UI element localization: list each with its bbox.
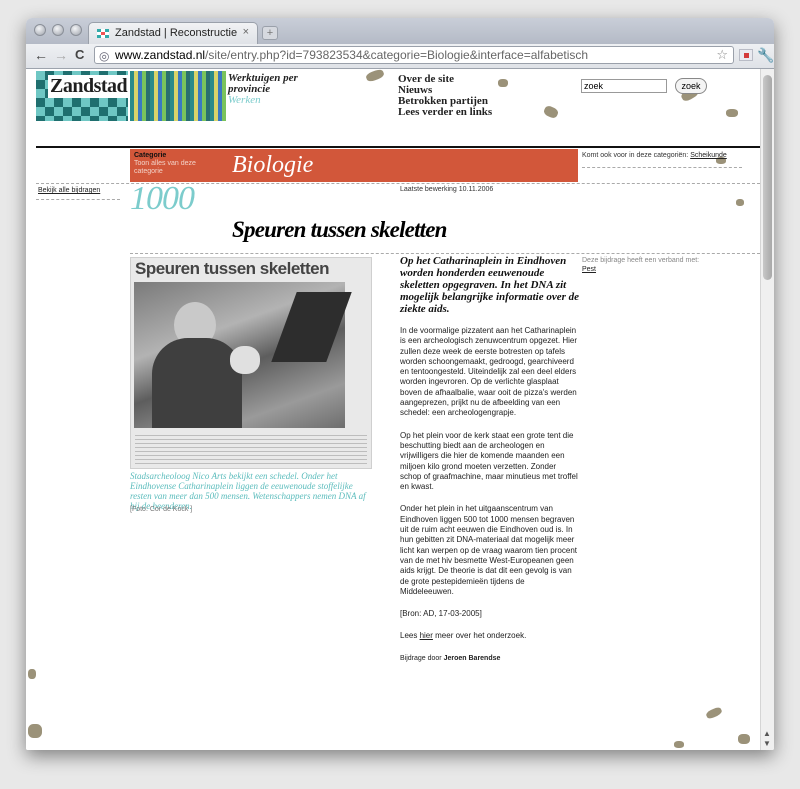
url-path: /site/entry.php?id=793823534&categorie=B… [205, 48, 589, 62]
clipping-photo [134, 282, 352, 428]
paragraph: [Bron: AD, 17-03-2005] [400, 609, 482, 619]
wrench-icon[interactable]: 🔧 [757, 47, 774, 64]
last-edit: Laatste bewerking 10.11.2006 [400, 186, 494, 193]
divider [582, 167, 742, 168]
minimize-window-icon[interactable] [52, 24, 64, 36]
sand-blob [705, 705, 723, 721]
search-button[interactable]: zoek [675, 78, 707, 94]
globe-icon: ◎ [99, 49, 110, 63]
page-viewport: Zandstad Werktuigen per provincie Werken… [26, 69, 760, 750]
close-window-icon[interactable] [34, 24, 46, 36]
all-contributions-link[interactable]: Bekijk alle bijdragen [38, 187, 100, 194]
newspaper-clipping-image: Speuren tussen skeletten [130, 257, 372, 469]
browser-tab[interactable]: Zandstad | Reconstructie van × [88, 22, 258, 44]
read-more-link[interactable]: hier [420, 631, 433, 640]
bookmark-star-icon[interactable]: ☆ [716, 47, 728, 63]
tab-close-icon[interactable]: × [243, 26, 249, 38]
sand-blob [674, 741, 684, 748]
byline-author[interactable]: Jeroen Barendse [444, 655, 501, 662]
category-name: Biologie [232, 152, 314, 178]
also-in-label: Komt ook voor in deze categoriën: [582, 152, 689, 159]
header-rule [36, 146, 760, 148]
entry-title: Speuren tussen skeletten [232, 217, 447, 242]
category-show-all-link[interactable]: Toon alles van deze categorie [134, 160, 226, 176]
sand-blob [28, 724, 42, 738]
forward-button[interactable]: → [54, 47, 68, 63]
photo-caption: Stadsarcheoloog Nico Arts bekijkt een sc… [130, 471, 366, 511]
category-bar: Categorie Toon alles van deze categorie … [130, 149, 578, 182]
url-host: www.zandstad.nl [115, 48, 206, 62]
tagline-line3[interactable]: Werken [228, 95, 298, 106]
read-more-prefix: Lees [400, 631, 420, 641]
tab-title: Zandstad | Reconstructie van [115, 27, 237, 39]
vertical-scrollbar[interactable]: ▲ ▼ [760, 69, 774, 750]
paragraph: In de voormalige pizzatent aan het Catha… [400, 326, 577, 418]
back-button[interactable]: ← [34, 47, 48, 63]
new-tab-button[interactable]: + [262, 26, 278, 40]
sand-blob [542, 104, 560, 120]
read-more-suffix: meer over het onderzoek. [432, 631, 527, 641]
address-bar[interactable]: ◎ www.zandstad.nl/site/entry.php?id=7938… [94, 46, 734, 64]
sand-blob [736, 199, 744, 206]
divider [36, 199, 120, 200]
entry-year: 1000 [130, 180, 195, 217]
also-in-categories: Komt ook voor in deze categoriën: Scheik… [582, 152, 727, 159]
zoom-window-icon[interactable] [70, 24, 82, 36]
sand-blob [28, 669, 36, 679]
divider [130, 253, 760, 254]
scroll-down-icon[interactable]: ▼ [763, 739, 771, 748]
logo-text: Zandstad [48, 75, 130, 98]
entry-body: In de voormalige pizzatent aan het Catha… [400, 326, 578, 664]
favicon-icon [97, 29, 109, 39]
tagline: Werktuigen per provincie Werken [228, 73, 298, 106]
main-nav: Over de site Nieuws Betrokken partijen L… [398, 74, 492, 118]
scrollbar-thumb[interactable] [763, 75, 772, 280]
related-link-pest[interactable]: Pest [582, 266, 596, 273]
clipping-headline: Speuren tussen skeletten [135, 259, 329, 278]
paragraph: Op het plein voor de kerk staat een grot… [400, 430, 578, 492]
also-in-link-scheikunde[interactable]: Scheikunde [690, 152, 727, 159]
mosaic-banner [130, 71, 226, 121]
browser-window: Zandstad | Reconstructie van × + ← → C ◎… [26, 18, 774, 750]
clipping-text-lines [135, 432, 367, 464]
read-more: Lees hier meer over het onderzoek. [400, 631, 578, 641]
related-label: Deze bijdrage heeft een verband met: [582, 257, 700, 264]
tab-bar: Zandstad | Reconstructie van × + [26, 18, 774, 44]
paragraph: Onder het plein in het uitgaanscentrum v… [400, 504, 577, 596]
reload-button[interactable]: C [75, 47, 84, 63]
sand-blob [738, 734, 750, 744]
nav-item-lees-verder[interactable]: Lees verder en links [398, 107, 492, 118]
byline: Bijdrage door Jeroen Barendse [400, 654, 578, 664]
byline-prefix: Bijdrage door [400, 654, 444, 662]
entry-lead: Op het Catharinaplein in Eindhoven worde… [400, 255, 580, 315]
browser-toolbar: ← → C ◎ www.zandstad.nl/site/entry.php?i… [26, 44, 774, 69]
site-logo[interactable]: Zandstad [36, 71, 130, 121]
sand-blob [498, 79, 508, 87]
search-input[interactable] [581, 79, 667, 93]
sand-blob [726, 109, 738, 117]
sand-blob [365, 69, 385, 83]
category-label: Categorie [134, 152, 167, 159]
scroll-up-icon[interactable]: ▲ [763, 729, 771, 738]
extension-icon[interactable] [739, 49, 753, 61]
photo-credit: [Foto: Cor de Kock ] [130, 506, 193, 513]
